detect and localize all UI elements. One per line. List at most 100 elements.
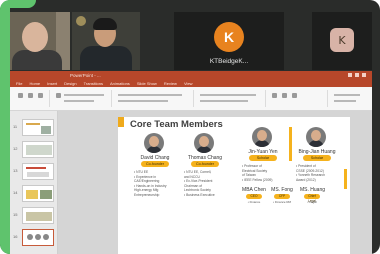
avatar-initial: K	[338, 33, 346, 47]
member-bullets: • Professor of Electrical Society of Tai…	[242, 164, 286, 182]
new-slide-icon[interactable]	[56, 93, 61, 98]
member-photo	[306, 127, 326, 147]
person-head	[22, 22, 48, 52]
slide-number: 15	[13, 212, 18, 217]
tab-review[interactable]: Review	[164, 80, 177, 87]
thumb-image	[41, 126, 51, 134]
participant-video-1[interactable]	[10, 12, 70, 70]
participant-tile-k[interactable]: K KTBeidgeK...	[174, 12, 284, 70]
bullet: Entrepreneurship	[134, 192, 160, 197]
slide-editing-canvas[interactable]: Core Team Members David Chang Co-founder…	[58, 111, 372, 254]
member-role: CEO	[246, 194, 262, 199]
tab-home[interactable]: Home	[29, 80, 40, 87]
shapes-icon[interactable]	[272, 93, 277, 98]
minimize-icon[interactable]	[348, 73, 352, 77]
team-member-small: MS. Fong CFP • Finance RM	[270, 187, 294, 204]
bullet: • Legal	[307, 200, 317, 204]
tab-insert[interactable]: Insert	[47, 80, 57, 87]
member-role: CFP	[274, 194, 290, 199]
green-corner-accent	[0, 0, 36, 8]
thumb-image	[26, 212, 52, 221]
tab-animations[interactable]: Animations	[110, 80, 130, 87]
bullet: Award (2012)	[296, 177, 316, 182]
alignment-row[interactable]	[200, 100, 248, 102]
participant-name: KTBeidgeK...	[209, 58, 249, 65]
slide-thumbnail[interactable]: 14	[13, 185, 54, 202]
member-role: Scholar	[303, 155, 331, 161]
tab-design[interactable]: Design	[64, 80, 76, 87]
slide-number: 11	[13, 124, 18, 129]
green-side-border	[0, 0, 10, 254]
member-role: Chief Legal	[304, 194, 320, 203]
title-accent	[118, 117, 124, 127]
clipboard-group	[14, 90, 50, 107]
member-photo	[194, 133, 214, 153]
close-icon[interactable]	[362, 73, 366, 77]
reset-line	[64, 100, 94, 102]
person-body	[80, 46, 132, 70]
editing-group	[330, 90, 368, 107]
avatar: K	[214, 22, 244, 52]
member-role: Co-founder	[141, 161, 169, 167]
arrange-icon[interactable]	[282, 93, 287, 98]
team-member-small: MS. Huang Chief Legal • Legal	[300, 187, 326, 204]
drawing-group	[268, 90, 328, 107]
member-bullets: • President of CSSE (2009-2012) • Yonnet…	[296, 164, 340, 182]
paste-icon[interactable]	[18, 93, 23, 98]
slide-title: Core Team Members	[130, 119, 223, 130]
bullet: • IEEE Fellow (2009)	[242, 177, 273, 182]
member-name: MBA Chen	[242, 187, 266, 193]
bullet: • Business Executive	[184, 192, 215, 197]
thumb-image	[27, 172, 49, 177]
tab-file[interactable]: File	[16, 80, 22, 87]
member-name: MS. Fong	[271, 187, 293, 193]
paragraph-row[interactable]	[200, 94, 256, 96]
slide-thumbnail-active[interactable]: 16	[13, 229, 54, 246]
meeting-window: K KTBeidgeK... K PowerPoint - ... File H…	[0, 0, 380, 254]
thumb-image	[40, 190, 52, 199]
participant-tile-k-2[interactable]: K	[312, 12, 372, 70]
find-row[interactable]	[334, 94, 360, 96]
maximize-icon[interactable]	[355, 73, 359, 77]
slide-thumbnail[interactable]: 15	[13, 207, 54, 224]
quick-styles-icon[interactable]	[292, 93, 297, 98]
ribbon	[10, 87, 372, 111]
slide-thumbnail[interactable]: 11	[13, 119, 54, 136]
slide-number: 16	[13, 234, 18, 239]
window-title: PowerPoint - ...	[70, 73, 101, 78]
ribbon-tabs: File Home Insert Design Transitions Anim…	[10, 80, 372, 87]
copy-icon[interactable]	[38, 93, 43, 98]
font-group	[114, 90, 194, 107]
bullet: • Finance RM	[272, 200, 292, 204]
thumb-bar	[26, 167, 46, 169]
shared-screen: PowerPoint - ... File Home Insert Design…	[10, 71, 372, 254]
person-hair	[93, 18, 117, 30]
layout-line	[64, 94, 104, 96]
thumb-image	[26, 190, 38, 199]
tab-slide-show[interactable]: Slide Show	[137, 80, 157, 87]
paragraph-group	[196, 90, 266, 107]
slide-thumbnail[interactable]: 12	[13, 141, 54, 158]
avatar-initial: K	[223, 29, 235, 45]
accent-bar	[289, 127, 292, 161]
slide-thumbnail[interactable]: 13	[13, 163, 54, 180]
font-box[interactable]	[118, 94, 182, 96]
thumb-image	[27, 234, 33, 240]
current-slide[interactable]: Core Team Members David Chang Co-founder…	[118, 117, 350, 254]
slide-thumbnail-pane: 11 12 13 14 15 16	[10, 111, 58, 254]
replace-row[interactable]	[334, 100, 356, 102]
team-member-small: MBA Chen CEO • Finance	[242, 187, 266, 204]
window-controls[interactable]	[348, 73, 368, 78]
cut-icon[interactable]	[28, 93, 33, 98]
font-style-row[interactable]	[118, 100, 168, 102]
participant-video-2[interactable]	[72, 12, 140, 70]
member-name: MS. Huang	[300, 187, 326, 193]
member-photo	[252, 127, 272, 147]
tab-transitions[interactable]: Transitions	[84, 80, 103, 87]
member-role: Co-founder	[191, 161, 219, 167]
powerpoint-titlebar: PowerPoint - ...	[10, 71, 372, 80]
person-body	[12, 50, 62, 70]
thumb-bar	[26, 123, 40, 125]
tab-view[interactable]: View	[184, 80, 193, 87]
member-role: Scholar	[249, 155, 277, 161]
